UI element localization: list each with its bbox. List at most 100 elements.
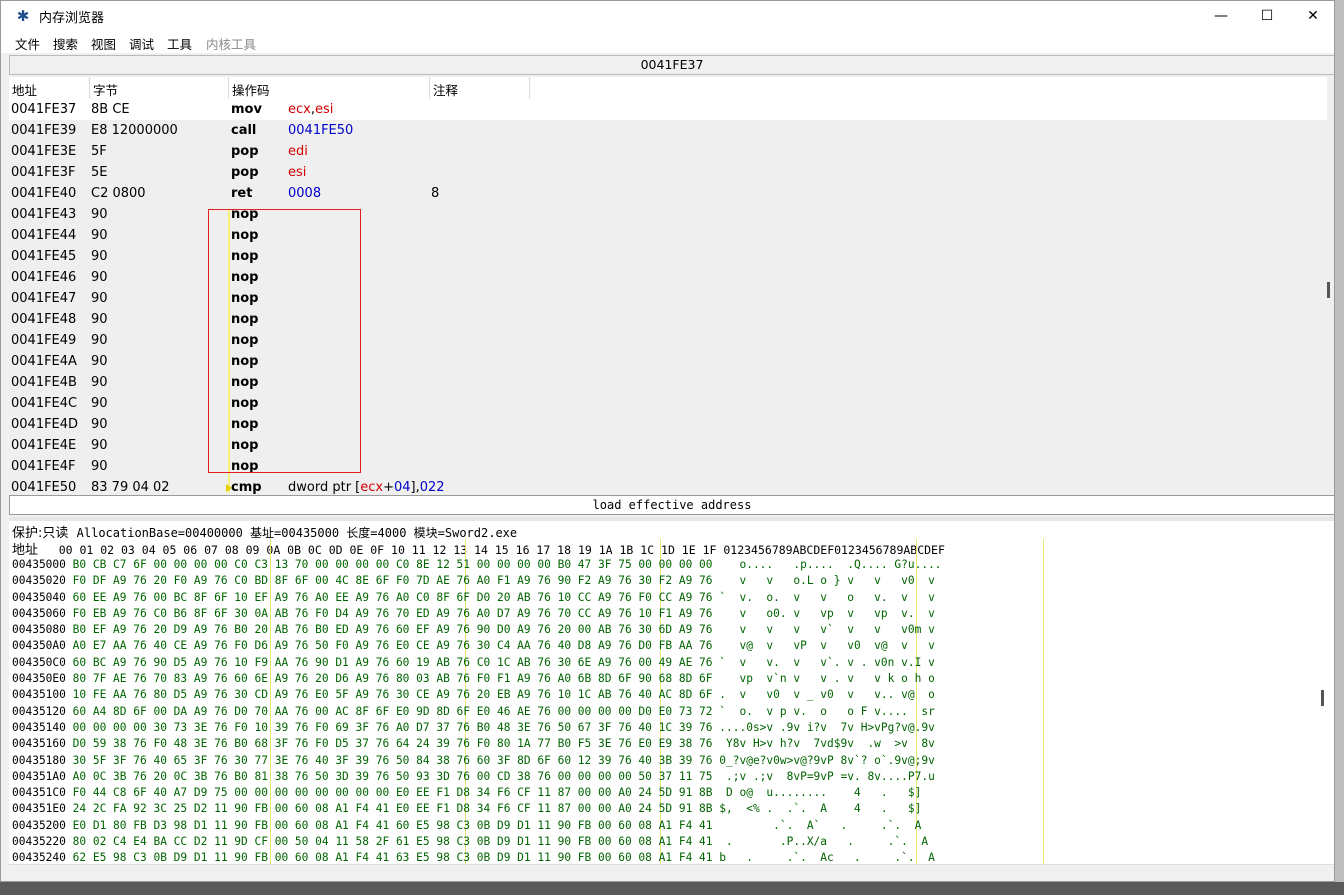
hex-row-ascii: b . .`. Ac . .`. A bbox=[719, 851, 935, 864]
disassembly-row[interactable]: 0041FE3E 5F pop edi bbox=[9, 141, 1327, 162]
hex-view[interactable]: 保护:只读 AllocationBase=00400000 基址=0043500… bbox=[9, 521, 1334, 864]
column-divider[interactable] bbox=[89, 77, 90, 99]
menu-tools[interactable]: 工具 bbox=[167, 34, 192, 53]
instruction-address: 0041FE4D bbox=[11, 417, 79, 432]
instruction-bytes: 83 79 04 02 bbox=[91, 480, 170, 495]
col-comment-header[interactable]: 注释 bbox=[433, 80, 458, 99]
disassembly-row[interactable]: 0041FE48 90 nop bbox=[9, 309, 1327, 330]
operand-token: ], bbox=[410, 480, 420, 495]
hex-row[interactable]: 004351C0 F0 44 C8 6F 40 A7 D9 75 00 00 0… bbox=[12, 785, 942, 801]
hex-row-bytes: F0 DF A9 76 20 F0 A9 76 C0 BD 8F 6F 00 4… bbox=[72, 574, 713, 588]
column-divider[interactable] bbox=[429, 77, 430, 99]
hex-row-ascii: v@ v vP v v0 v@ v v bbox=[719, 639, 935, 653]
hex-row-address: 00435180 bbox=[12, 753, 66, 767]
instruction-address: 0041FE4C bbox=[11, 396, 78, 411]
hex-row[interactable]: 004350A0 A0 E7 AA 76 40 CE A9 76 F0 D6 A… bbox=[12, 638, 942, 654]
disassembly-row[interactable]: 0041FE4F 90 nop bbox=[9, 456, 1327, 477]
disassembly-row[interactable]: 0041FE4E 90 nop bbox=[9, 435, 1327, 456]
hex-row[interactable]: 00435160 D0 59 38 76 F0 48 3E 76 B0 68 3… bbox=[12, 736, 942, 752]
hex-row[interactable]: 004351E0 24 2C FA 92 3C 25 D2 11 90 FB 0… bbox=[12, 801, 942, 817]
hex-row-address: 00435040 bbox=[12, 590, 66, 604]
ascii-group-divider bbox=[1043, 539, 1044, 864]
disassembler-scroll-thumb[interactable] bbox=[1327, 282, 1330, 298]
disassembly-row[interactable]: 0041FE45 90 nop bbox=[9, 246, 1327, 267]
disassembly-row[interactable]: 0041FE4A 90 nop bbox=[9, 351, 1327, 372]
hex-row[interactable]: 00435180 30 5F 3F 76 40 65 3F 76 30 77 3… bbox=[12, 753, 942, 769]
disassembly-row[interactable]: 0041FE4D 90 nop bbox=[9, 414, 1327, 435]
disassembly-row[interactable]: 0041FE39 E8 12000000 call 0041FE50 bbox=[9, 120, 1327, 141]
hex-row[interactable]: 00435000 B0 CB C7 6F 00 00 00 00 C0 C3 1… bbox=[12, 557, 942, 573]
instruction-operands: 0008 bbox=[288, 183, 321, 204]
instruction-bytes: 90 bbox=[91, 417, 108, 432]
hex-row[interactable]: 00435120 60 A4 8D 6F 00 DA A9 76 D0 70 A… bbox=[12, 704, 942, 720]
minimize-button[interactable]: — bbox=[1198, 1, 1244, 31]
menu-kernel-tools[interactable]: 内核工具 bbox=[206, 34, 256, 53]
hex-row[interactable]: 004351A0 A0 0C 3B 76 20 0C 3B 76 B0 81 3… bbox=[12, 769, 942, 785]
hex-row-ascii: ` v. o. v v o v. v v bbox=[719, 590, 935, 604]
disassembly-row[interactable]: 0041FE37 8B CE mov ecx,esi bbox=[9, 99, 1327, 120]
disassembly-row[interactable]: 0041FE50 83 79 04 02 cmp dword ptr [ecx+04]… bbox=[9, 477, 1327, 495]
operand-token: esi bbox=[288, 165, 307, 180]
col-bytes-header[interactable]: 字节 bbox=[93, 80, 118, 99]
disassembly-row[interactable]: 0041FE40 C2 0800 ret 0008 8 bbox=[9, 183, 1327, 204]
title-bar[interactable]: ✱ 内存浏览器 — ☐ ✕ bbox=[1, 1, 1334, 31]
desktop-background-bottom bbox=[0, 882, 1344, 895]
hex-row-bytes: 30 5F 3F 76 40 65 3F 76 30 77 3E 76 40 3… bbox=[72, 753, 713, 767]
hex-row[interactable]: 00435060 F0 EB A9 76 C0 B6 8F 6F 30 0A A… bbox=[12, 606, 942, 622]
instruction-operands: 0041FE50 bbox=[288, 120, 353, 141]
hex-row-bytes: 60 A4 8D 6F 00 DA A9 76 D0 70 AA 76 00 A… bbox=[72, 704, 713, 718]
menu-search[interactable]: 搜索 bbox=[53, 34, 78, 53]
hex-row-address: 004351A0 bbox=[12, 769, 66, 783]
hex-row-bytes: 60 EE A9 76 00 BC 8F 6F 10 EF A9 76 A0 E… bbox=[72, 590, 713, 604]
menu-view[interactable]: 视图 bbox=[91, 34, 116, 53]
hex-horizontal-scrollbar[interactable] bbox=[9, 864, 1334, 881]
maximize-button[interactable]: ☐ bbox=[1244, 1, 1290, 31]
col-opcode-header[interactable]: 操作码 bbox=[232, 80, 270, 99]
current-address-display[interactable]: 0041FE37 bbox=[9, 55, 1334, 75]
hex-scroll-thumb[interactable] bbox=[1321, 690, 1324, 706]
hex-row[interactable]: 00435100 10 FE AA 76 80 D5 A9 76 30 CD A… bbox=[12, 687, 942, 703]
disassembly-row[interactable]: 0041FE46 90 nop bbox=[9, 267, 1327, 288]
disassembly-row[interactable]: 0041FE47 90 nop bbox=[9, 288, 1327, 309]
hex-row[interactable]: 00435240 62 E5 98 C3 0B D9 D1 11 90 FB 0… bbox=[12, 850, 942, 864]
memory-viewer-window: ✱ 内存浏览器 — ☐ ✕ 文件 搜索 视图 调试 工具 内核工具 0041FE… bbox=[0, 0, 1335, 882]
col-address-header[interactable]: 地址 bbox=[12, 80, 37, 99]
disassembly-row[interactable]: 0041FE4C 90 nop bbox=[9, 393, 1327, 414]
disassembly-row[interactable]: 0041FE44 90 nop bbox=[9, 225, 1327, 246]
instruction-address: 0041FE50 bbox=[11, 480, 77, 495]
disassembler-view[interactable]: 地址 字节 操作码 注释 0041FE37 8B CE mov ecx,esi 0041… bbox=[9, 77, 1334, 495]
hex-row[interactable]: 00435020 F0 DF A9 76 20 F0 A9 76 C0 BD 8… bbox=[12, 573, 942, 589]
hex-row[interactable]: 00435200 E0 D1 80 FB D3 98 D1 11 90 FB 0… bbox=[12, 818, 942, 834]
hex-row-ascii: .;v .;v 8vP=9vP =v. 8v....P7.u bbox=[719, 769, 935, 783]
operand-token: dword ptr [ bbox=[288, 480, 361, 495]
hex-row[interactable]: 00435040 60 EE A9 76 00 BC 8F 6F 10 EF A… bbox=[12, 590, 942, 606]
hex-row[interactable]: 00435140 00 00 00 00 30 73 3E 76 F0 10 3… bbox=[12, 720, 942, 736]
hex-row-bytes: 80 02 C4 E4 BA CC D2 11 9D CF 00 50 04 1… bbox=[72, 835, 713, 849]
menu-file[interactable]: 文件 bbox=[15, 34, 40, 53]
hex-row[interactable]: 004350C0 60 BC A9 76 90 D5 A9 76 10 F9 A… bbox=[12, 655, 942, 671]
hex-row-ascii: vp v`n v v . v v k o h o bbox=[719, 672, 935, 686]
close-button[interactable]: ✕ bbox=[1290, 1, 1334, 31]
column-divider[interactable] bbox=[228, 77, 229, 99]
hex-row-address: 00435020 bbox=[12, 574, 66, 588]
instruction-operands: ecx,esi bbox=[288, 99, 333, 120]
instruction-address: 0041FE45 bbox=[11, 249, 77, 264]
allocation-info: AllocationBase=00400000 基址=00435000 长度=4… bbox=[76, 526, 518, 540]
column-divider[interactable] bbox=[529, 77, 530, 99]
instruction-address: 0041FE39 bbox=[11, 123, 77, 138]
menu-debug[interactable]: 调试 bbox=[129, 34, 154, 53]
instruction-address: 0041FE46 bbox=[11, 270, 77, 285]
disassembly-row[interactable]: 0041FE3F 5E pop esi bbox=[9, 162, 1327, 183]
hex-row[interactable]: 00435080 B0 EF A9 76 20 D9 A9 76 B0 20 A… bbox=[12, 622, 942, 638]
hex-row-address: 00435160 bbox=[12, 737, 66, 751]
hex-row-ascii: v v v v` v v v0m v bbox=[719, 623, 935, 637]
disassembly-row[interactable]: 0041FE49 90 nop bbox=[9, 330, 1327, 351]
disassembly-row[interactable]: 0041FE4B 90 nop bbox=[9, 372, 1327, 393]
instruction-bytes: 90 bbox=[91, 438, 108, 453]
disassembly-row[interactable]: 0041FE43 90 nop bbox=[9, 204, 1327, 225]
operand-token: 022 bbox=[419, 480, 445, 495]
hex-row[interactable]: 004350E0 80 7F AE 76 70 83 A9 76 60 6E A… bbox=[12, 671, 942, 687]
hex-row[interactable]: 00435220 80 02 C4 E4 BA CC D2 11 9D CF 0… bbox=[12, 834, 942, 850]
hex-row-address: 004350E0 bbox=[12, 672, 66, 686]
instruction-bytes: 90 bbox=[91, 291, 108, 306]
